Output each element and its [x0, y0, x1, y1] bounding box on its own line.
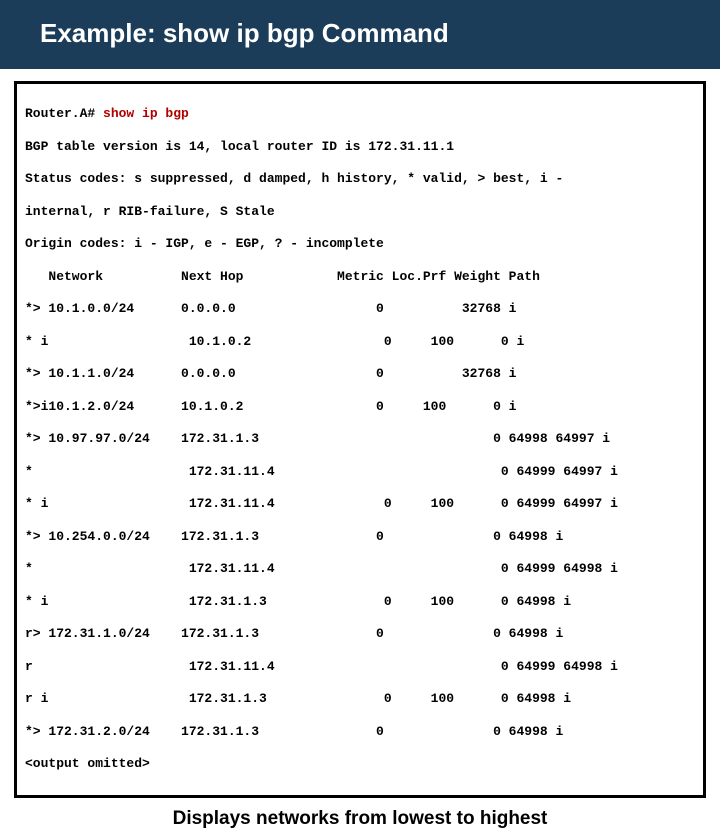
header-line: Status codes: s suppressed, d damped, h …: [25, 171, 695, 187]
table-row: *> 172.31.2.0/24 172.31.1.3 0 0 64998 i: [25, 724, 695, 740]
output-omitted: <output omitted>: [25, 756, 695, 772]
table-row: * 172.31.11.4 0 64999 64998 i: [25, 561, 695, 577]
column-headers: Network Next Hop Metric Loc.Prf Weight P…: [25, 269, 695, 285]
table-row: r i 172.31.1.3 0 100 0 64998 i: [25, 691, 695, 707]
header-line: Origin codes: i - IGP, e - EGP, ? - inco…: [25, 236, 695, 252]
header-line: internal, r RIB-failure, S Stale: [25, 204, 695, 220]
table-row: * i 172.31.11.4 0 100 0 64999 64997 i: [25, 496, 695, 512]
header-line: BGP table version is 14, local router ID…: [25, 139, 695, 155]
table-row: * 172.31.11.4 0 64999 64997 i: [25, 464, 695, 480]
table-row: *>i10.1.2.0/24 10.1.0.2 0 100 0 i: [25, 399, 695, 415]
slide-caption: Displays networks from lowest to highest: [0, 808, 720, 830]
cli-command: show ip bgp: [103, 106, 189, 121]
table-row: * i 10.1.0.2 0 100 0 i: [25, 334, 695, 350]
cli-prompt: Router.A#: [25, 106, 103, 121]
table-row: *> 10.1.0.0/24 0.0.0.0 0 32768 i: [25, 301, 695, 317]
page-title: Example: show ip bgp Command: [40, 18, 680, 49]
table-row: * i 172.31.1.3 0 100 0 64998 i: [25, 594, 695, 610]
table-row: r> 172.31.1.0/24 172.31.1.3 0 0 64998 i: [25, 626, 695, 642]
table-row: *> 10.1.1.0/24 0.0.0.0 0 32768 i: [25, 366, 695, 382]
table-row: *> 10.254.0.0/24 172.31.1.3 0 0 64998 i: [25, 529, 695, 545]
table-row: r 172.31.11.4 0 64999 64998 i: [25, 659, 695, 675]
table-row: *> 10.97.97.0/24 172.31.1.3 0 64998 6499…: [25, 431, 695, 447]
terminal-output: Router.A# show ip bgp BGP table version …: [14, 81, 706, 798]
title-bar: Example: show ip bgp Command: [0, 0, 720, 69]
